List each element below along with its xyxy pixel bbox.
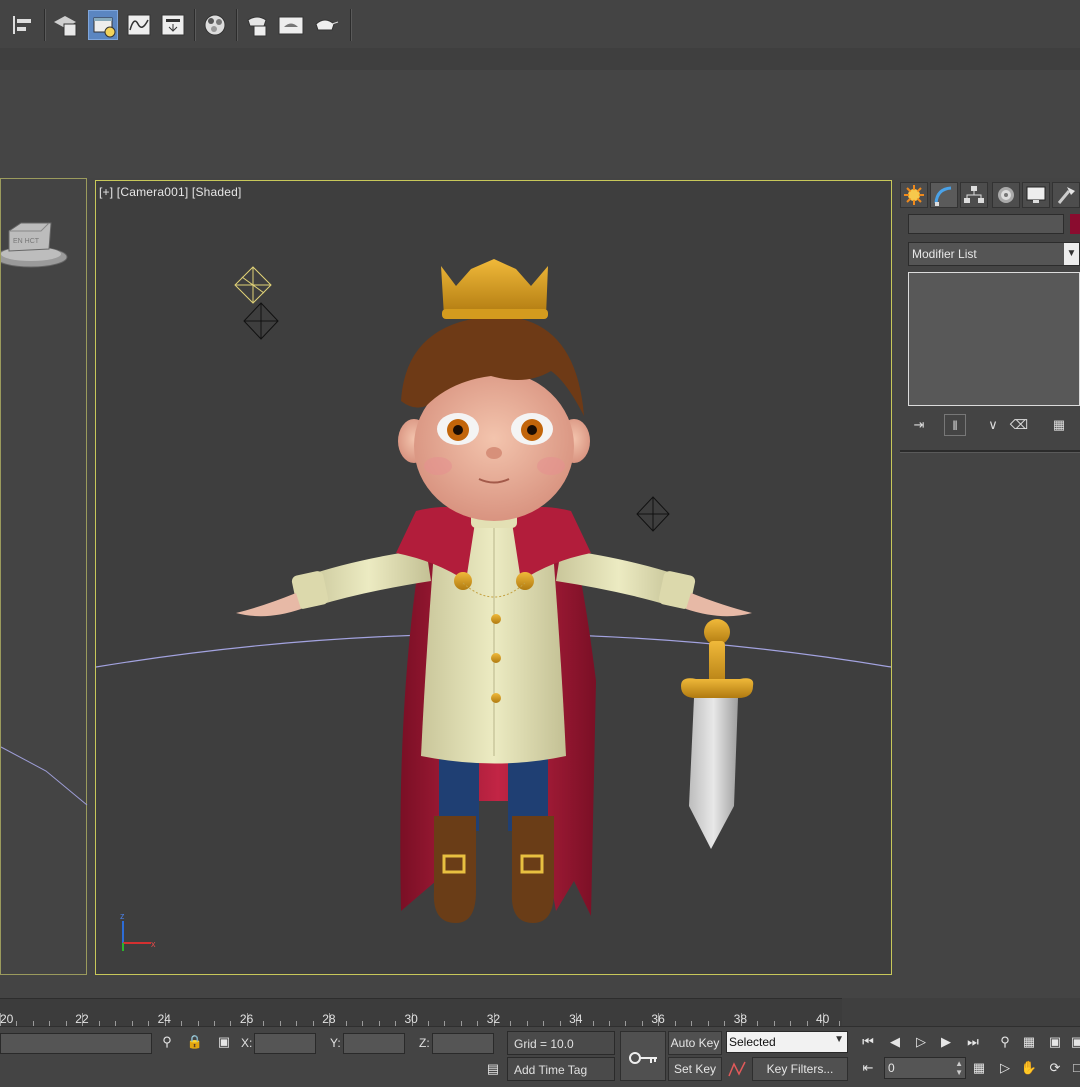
timeline-tick-label: 38 — [733, 1012, 748, 1026]
align-icon[interactable] — [8, 10, 38, 40]
timeline-tick-label: 22 — [75, 1012, 89, 1026]
previous-frame-icon[interactable]: ◀ — [884, 1031, 906, 1053]
add-time-tag-field[interactable]: Add Time Tag — [507, 1057, 615, 1081]
timeline-tick-label: 40 — [816, 1012, 830, 1026]
zoom-icon[interactable]: ⚲ — [994, 1031, 1016, 1053]
chevron-down-icon: ▼ — [1064, 243, 1079, 265]
x-coordinate-field[interactable] — [254, 1033, 316, 1054]
timeline-tick-label: 24 — [157, 1012, 171, 1026]
schematic-view-icon[interactable] — [158, 10, 188, 40]
svg-text:x: x — [151, 939, 156, 949]
go-to-start-icon[interactable]: ⏮ — [857, 1031, 879, 1053]
current-frame-value: 0 — [888, 1061, 895, 1075]
y-label: Y: — [330, 1036, 341, 1050]
object-color-swatch[interactable] — [1070, 214, 1080, 234]
maxscript-listener-field[interactable] — [0, 1033, 152, 1054]
prince-character-model[interactable] — [236, 259, 752, 923]
timeline-tick-label: 34 — [569, 1012, 583, 1026]
auto-key-button[interactable]: Auto Key — [668, 1031, 722, 1055]
zoom-all-icon[interactable]: ▦ — [1018, 1031, 1040, 1053]
x-label: X: — [241, 1036, 253, 1050]
timeline-tick-label: 20 — [0, 1012, 14, 1026]
curve-icon[interactable] — [726, 1058, 748, 1080]
timeline-tick-label: 32 — [486, 1012, 501, 1026]
key-filters-button[interactable]: Key Filters... — [752, 1057, 848, 1081]
timeline-right-area — [842, 998, 1080, 1026]
curve-editor-icon[interactable] — [124, 10, 154, 40]
set-key-mode-button[interactable] — [620, 1031, 666, 1081]
object-name-field[interactable] — [908, 214, 1064, 234]
render-setup-icon[interactable] — [242, 10, 272, 40]
z-coordinate-field[interactable] — [432, 1033, 494, 1054]
render-production-icon[interactable] — [310, 10, 340, 40]
modify-tab-icon[interactable] — [930, 182, 958, 208]
panel-divider — [900, 450, 1080, 453]
spinner-icon[interactable]: ▲ ▼ — [955, 1059, 963, 1077]
material-editor-icon[interactable] — [200, 10, 230, 40]
selection-lock-icon[interactable]: 🔒 — [184, 1031, 206, 1053]
rendered-frame-window-icon[interactable] — [276, 10, 306, 40]
layer-manager-icon[interactable] — [50, 10, 80, 40]
modifier-stack-toolbar: ⇥ ‖ ∨ ⌫ ▦ — [908, 414, 1080, 436]
hierarchy-tab-icon[interactable] — [960, 182, 988, 208]
pin-stack-icon[interactable]: ⇥ — [908, 414, 930, 436]
main-toolbar — [0, 0, 1080, 49]
svg-text:EN HCT: EN HCT — [13, 238, 40, 245]
go-to-end-icon[interactable]: ⏭ — [962, 1031, 984, 1053]
grid-text: Grid = 10.0 — [514, 1037, 574, 1051]
svg-text:z: z — [120, 911, 125, 921]
timeline-tick-label: 36 — [651, 1012, 665, 1026]
sword-model[interactable] — [681, 619, 754, 849]
chevron-down-icon: ▼ — [834, 1034, 844, 1045]
command-panel: Modifier List ▼ ⇥ ‖ ∨ ⌫ ▦ — [896, 178, 1080, 1000]
play-icon[interactable]: ▷ — [910, 1031, 932, 1053]
timeline-tick-label: 28 — [322, 1012, 336, 1026]
modifier-list-label: Modifier List — [912, 247, 977, 261]
pan-view-icon[interactable]: ✋ — [1018, 1057, 1040, 1079]
z-label: Z: — [419, 1036, 430, 1050]
isolate-selection-icon[interactable]: ⚲ — [156, 1031, 178, 1053]
utilities-tab-icon[interactable] — [1052, 182, 1080, 208]
configure-modifier-sets-icon[interactable]: ▦ — [1048, 414, 1070, 436]
time-configuration-icon[interactable]: ▦ — [968, 1057, 990, 1079]
light-helper-icon[interactable] — [636, 496, 670, 532]
zoom-extents-icon[interactable]: ▣ — [1044, 1031, 1066, 1053]
create-tab-icon[interactable] — [900, 182, 928, 208]
maximize-viewport-icon[interactable]: □ — [1066, 1057, 1080, 1079]
ribbon-area — [0, 70, 1080, 178]
set-key-button[interactable]: Set Key — [668, 1057, 722, 1081]
scene-canvas: z x — [96, 259, 891, 951]
axis-tripod-icon: z x — [120, 911, 156, 951]
y-coordinate-field[interactable] — [343, 1033, 405, 1054]
timeline-tick-label: 26 — [239, 1012, 254, 1026]
timeline-tick-label: 30 — [404, 1012, 418, 1026]
key-mode-select[interactable]: Selected ▼ — [726, 1031, 848, 1053]
modifier-list-dropdown[interactable]: Modifier List ▼ — [908, 242, 1080, 266]
make-unique-icon[interactable]: ∨ — [982, 414, 1004, 436]
left-viewport[interactable]: EN HCT — [0, 178, 88, 975]
modifier-stack[interactable] — [908, 272, 1080, 406]
scene-explorer-icon[interactable] — [88, 10, 118, 40]
orbit-icon[interactable]: ⟳ — [1044, 1057, 1066, 1079]
absolute-mode-icon[interactable]: ▣ — [213, 1031, 235, 1053]
status-bar: ⚲ 🔒 ▣ X: Y: Z: Grid = 10.0 ▤ Add Time Ta… — [0, 1026, 1080, 1081]
menu-strip — [0, 48, 1080, 71]
field-of-view-icon[interactable]: ▷ — [994, 1057, 1016, 1079]
camera-viewport[interactable]: [+] [Camera001] [Shaded] z x — [95, 180, 892, 975]
time-tag-icon[interactable]: ▤ — [482, 1058, 504, 1080]
light-helper-icon[interactable] — [234, 266, 272, 304]
timeline-ruler[interactable]: 20 22 24 26 28 30 32 34 36 38 40 — [0, 998, 842, 1027]
grid-display: Grid = 10.0 — [507, 1031, 615, 1055]
remove-modifier-icon[interactable]: ⌫ — [1008, 414, 1030, 436]
current-frame-field[interactable]: 0 ▲ ▼ — [884, 1057, 966, 1079]
light-helper-icon[interactable] — [243, 302, 279, 340]
display-tab-icon[interactable] — [1022, 182, 1050, 208]
show-end-result-icon[interactable]: ‖ — [944, 414, 966, 436]
next-frame-icon[interactable]: ▶ — [935, 1031, 957, 1053]
key-mode-value: Selected — [729, 1035, 776, 1049]
zoom-extents-all-icon[interactable]: ▣ — [1066, 1031, 1080, 1053]
motion-tab-icon[interactable] — [992, 182, 1020, 208]
add-time-tag-label: Add Time Tag — [514, 1063, 588, 1077]
key-mode-toggle-icon[interactable]: ⇤ — [857, 1057, 879, 1079]
